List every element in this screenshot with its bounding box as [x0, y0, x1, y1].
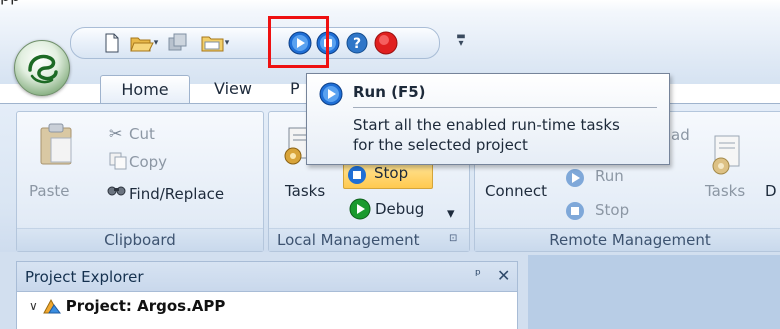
run-tooltip: Run (F5) Start all the enabled run-time … — [306, 73, 670, 165]
project-folder-icon — [201, 36, 224, 52]
stop-local-icon — [348, 166, 366, 184]
tree-item-project[interactable]: ∨ Project: Argos.APP — [29, 297, 225, 315]
tab-home[interactable]: Home — [100, 75, 190, 104]
record-button[interactable] — [373, 31, 399, 55]
run-remote-button[interactable]: Run — [595, 167, 624, 185]
cut-button[interactable]: Cut — [129, 125, 155, 143]
remote-management-group-label: Remote Management — [475, 228, 780, 251]
project-root-label: Project: Argos.APP — [65, 297, 226, 315]
debug-icon — [349, 198, 371, 220]
app-logo-icon — [28, 54, 58, 84]
paste-button[interactable]: Paste — [29, 182, 70, 200]
project-folder-button[interactable]: ▾ — [195, 32, 235, 54]
tooltip-separator — [353, 107, 657, 108]
highlight-box — [268, 16, 329, 68]
d-partial-label[interactable]: D — [765, 182, 777, 200]
load-partial-label[interactable]: ad — [671, 126, 690, 144]
project-icon — [42, 298, 61, 314]
close-icon[interactable]: ✕ — [497, 266, 510, 285]
clipboard-group-label: Clipboard — [17, 228, 263, 251]
red-circle-icon — [374, 31, 398, 55]
open-folder-icon — [130, 37, 154, 52]
project-explorer-header: Project Explorer ᵖ ✕ — [16, 261, 518, 292]
tasks-local-button[interactable]: Tasks — [285, 182, 325, 200]
pin-icon[interactable]: ᵖ — [475, 267, 481, 283]
tasks-remote-button[interactable]: Tasks — [705, 182, 745, 200]
stop-local-label: Stop — [374, 164, 409, 182]
customize-toolbar-icon[interactable]: ▬ ▾ — [455, 32, 467, 49]
quick-access-toolbar: ▾ ▾ ? — [70, 27, 440, 59]
stop-remote-icon — [566, 202, 584, 220]
expand-chevron-icon[interactable]: ∨ — [29, 299, 38, 313]
run-tooltip-icon — [319, 82, 343, 106]
workspace-area — [528, 255, 780, 329]
find-replace-icon — [107, 182, 127, 202]
application-menu-button[interactable] — [14, 40, 70, 96]
paste-icon — [39, 122, 75, 170]
tab-view[interactable]: View — [203, 75, 263, 104]
new-file-button[interactable] — [101, 32, 123, 54]
clipboard-group: Paste ✂ Cut Copy Find/Replace Clipboard — [16, 111, 264, 252]
tooltip-description-line-2: for the selected project — [353, 136, 528, 154]
open-dropdown-icon[interactable]: ▾ — [154, 38, 159, 48]
project-folder-dropdown-icon[interactable]: ▾ — [225, 38, 230, 48]
project-explorer-title: Project Explorer — [25, 268, 144, 286]
open-file-button[interactable]: ▾ — [127, 32, 161, 54]
window-title-fragment: pp — [0, 0, 20, 5]
find-replace-button[interactable]: Find/Replace — [129, 185, 224, 203]
cut-icon: ✂ — [109, 124, 123, 143]
save-all-icon — [168, 33, 187, 51]
local-management-group-label: Local Management — [269, 228, 469, 251]
debug-button[interactable]: Debug — [375, 200, 424, 218]
stop-local-button[interactable]: Stop — [343, 161, 433, 189]
project-explorer-tree: ∨ Project: Argos.APP — [16, 292, 518, 329]
tooltip-description-line-1: Start all the enabled run-time tasks — [353, 116, 620, 134]
stop-remote-button[interactable]: Stop — [595, 201, 629, 219]
save-all-button[interactable] — [167, 32, 189, 54]
copy-icon — [109, 152, 127, 174]
tooltip-title: Run (F5) — [353, 83, 426, 101]
help-button[interactable]: ? — [345, 32, 369, 54]
tasks-remote-icon — [711, 134, 743, 180]
dialog-launcher-icon[interactable]: ⊡ — [449, 233, 457, 244]
help-icon: ? — [346, 32, 368, 54]
left-margin — [0, 252, 16, 329]
run-remote-icon — [566, 169, 584, 187]
new-file-icon — [105, 33, 119, 53]
debug-dropdown-icon[interactable]: ▾ — [447, 204, 455, 222]
connect-button[interactable]: Connect — [485, 182, 547, 200]
copy-button[interactable]: Copy — [129, 153, 167, 171]
svg-text:?: ? — [353, 36, 361, 52]
pane-splitter[interactable] — [518, 252, 528, 329]
